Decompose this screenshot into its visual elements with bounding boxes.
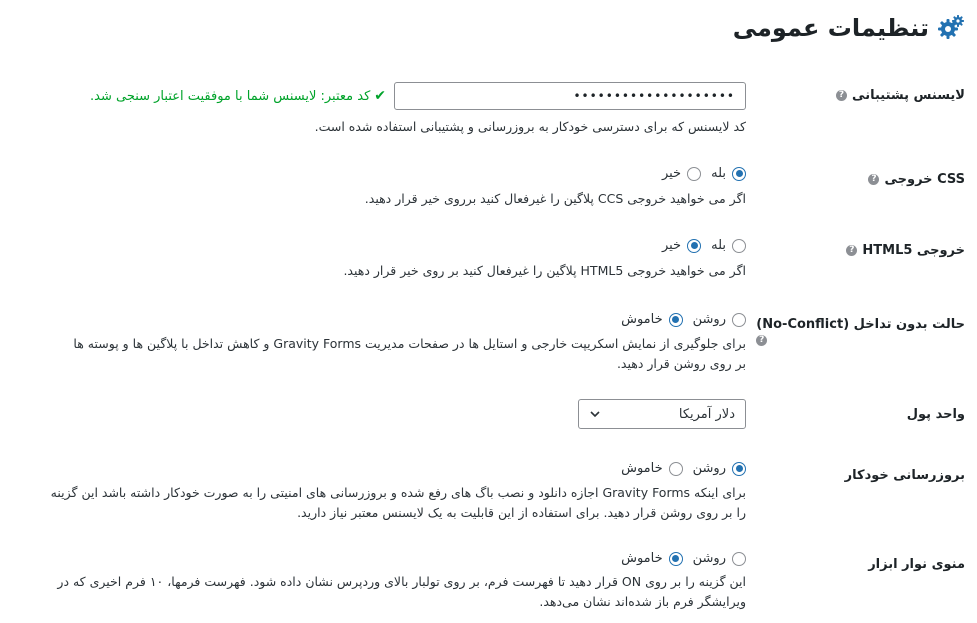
toolbar-menu-option-off-label: خاموش (621, 551, 663, 566)
auto-update-description-line1: برای اینکه Gravity Forms اجازه دانلود و … (50, 485, 746, 500)
license-valid-message: ✔ کد معتبر: لایسنس شما با موفقیت اعتبار … (90, 88, 386, 104)
toolbar-menu-option-on[interactable]: روشن (693, 551, 746, 566)
auto-update-option-off-label: خاموش (621, 461, 663, 476)
radio-on[interactable] (732, 461, 746, 476)
html5-output-radio-group: بله خیر (662, 238, 746, 253)
css-output-radio-group: بله خیر (662, 166, 746, 181)
auto-update-option-on-label: روشن (692, 461, 726, 476)
no-conflict-option-off-label: خاموش (621, 312, 663, 327)
css-output-option-no-label: خیر (661, 166, 682, 181)
html5-output-option-yes-label: بله (711, 238, 726, 253)
css-output-option-yes-label: بله (711, 166, 726, 181)
no-conflict-description: برای جلوگیری از نمایش اسکریپت خارجی و اس… (16, 334, 746, 374)
radio-yes[interactable] (732, 166, 746, 181)
toolbar-menu-description-line2: ویرایشگر فرم باز شده‌اند نشان می‌دهد. (539, 594, 746, 609)
css-output-option-no[interactable]: خیر (661, 166, 702, 181)
auto-update-description: برای اینکه Gravity Forms اجازه دانلود و … (16, 483, 746, 523)
no-conflict-option-on[interactable]: روشن (693, 312, 746, 327)
currency-select-value: دلار آمریکا (678, 406, 735, 422)
license-description: کد لایسنس که برای دسترسی خودکار به بروزر… (314, 119, 746, 134)
toolbar-menu-description-line1: این گزینه را بر روی ON قرار دهید تا فهرس… (57, 574, 746, 589)
page-title-text: تنظیمات عمومی (732, 14, 929, 42)
license-label: لایسنس پشتیبانی ? (836, 88, 965, 103)
no-conflict-label: حالت بدون تداخل (No-Conflict) ? (756, 317, 965, 346)
no-conflict-description-line1: برای جلوگیری از نمایش اسکریپت خارجی و اس… (73, 336, 746, 351)
license-key-input[interactable]: •••••••••••••••••••• (394, 82, 746, 110)
html5-output-label: خروجی HTML5 ? (846, 243, 965, 258)
css-output-label: CSS خروجی ? (868, 172, 965, 187)
license-valid-text: کد معتبر: لایسنس شما با موفقیت اعتبار سن… (90, 88, 371, 104)
auto-update-description-line2: را بر روی روشن قرار دهید. برای استفاده ا… (297, 505, 746, 520)
toolbar-menu-description: این گزینه را بر روی ON قرار دهید تا فهرس… (16, 572, 746, 612)
chevron-down-icon (590, 411, 600, 418)
html5-output-description: اگر می خواهید خروجی HTML5 پلاگین را غیرف… (343, 263, 746, 278)
radio-no[interactable] (687, 166, 702, 181)
currency-label: واحد پول (907, 407, 965, 422)
css-output-option-yes[interactable]: بله (711, 166, 746, 181)
html5-output-option-yes[interactable]: بله (711, 238, 746, 253)
currency-label-text: واحد پول (906, 407, 965, 422)
css-output-label-text: CSS خروجی (884, 172, 965, 187)
auto-update-option-off[interactable]: خاموش (621, 461, 683, 476)
no-conflict-option-on-label: روشن (692, 312, 726, 327)
no-conflict-description-line2: بر روی روشن قرار دهید. (616, 356, 746, 371)
gears-icon (938, 15, 964, 39)
help-icon[interactable]: ? (756, 335, 768, 346)
toolbar-menu-label-text: منوی نوار ابزار (868, 557, 965, 572)
radio-off[interactable] (668, 551, 683, 566)
toolbar-menu-option-off[interactable]: خاموش (621, 551, 683, 566)
auto-update-label-text: بروزرسانی خودکار (844, 468, 965, 483)
no-conflict-radio-group: روشن خاموش (621, 312, 746, 327)
radio-off[interactable] (668, 312, 683, 327)
no-conflict-option-off[interactable]: خاموش (621, 312, 683, 327)
checkmark-icon: ✔ (374, 88, 387, 104)
page-title: تنظیمات عمومی (733, 14, 965, 42)
html5-output-option-no[interactable]: خیر (661, 238, 702, 253)
help-icon[interactable]: ? (868, 174, 880, 185)
license-label-text: لایسنس پشتیبانی (852, 88, 965, 103)
css-output-description: اگر می خواهید خروجی CCS پلاگین را غیرفعا… (364, 191, 746, 206)
radio-on[interactable] (732, 551, 746, 566)
html5-output-option-no-label: خیر (661, 238, 682, 253)
auto-update-radio-group: روشن خاموش (621, 461, 746, 476)
radio-yes[interactable] (732, 238, 746, 253)
no-conflict-label-text: حالت بدون تداخل (No-Conflict) (756, 317, 965, 332)
toolbar-menu-option-on-label: روشن (692, 551, 726, 566)
currency-select[interactable]: دلار آمریکا (578, 399, 746, 429)
toolbar-menu-label: منوی نوار ابزار (868, 557, 965, 572)
radio-no[interactable] (687, 238, 702, 253)
radio-on[interactable] (732, 312, 746, 327)
help-icon[interactable]: ? (846, 245, 858, 256)
html5-output-label-text: خروجی HTML5 (862, 243, 965, 258)
auto-update-option-on[interactable]: روشن (693, 461, 746, 476)
toolbar-menu-radio-group: روشن خاموش (621, 551, 746, 566)
help-icon[interactable]: ? (836, 90, 848, 101)
radio-off[interactable] (668, 461, 683, 476)
auto-update-label: بروزرسانی خودکار (845, 468, 965, 483)
